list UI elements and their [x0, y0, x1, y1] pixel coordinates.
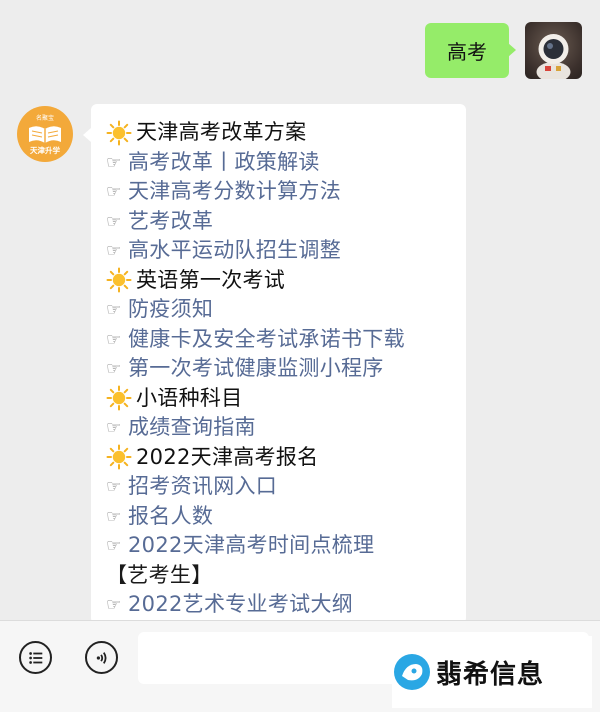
- line-label: 天津高考分数计算方法: [128, 179, 341, 203]
- message-link[interactable]: ☞ 第一次考试健康监测小程序: [106, 354, 458, 384]
- watermark: 翡希信息: [392, 636, 592, 708]
- message-link[interactable]: ☞ 艺考改革: [106, 207, 458, 237]
- message-link[interactable]: ☞ 健康卡及安全考试承诺书下载: [106, 325, 458, 355]
- bot-avatar-top-text: 名聚宝: [36, 114, 54, 122]
- line-label: 高考改革丨政策解读: [128, 149, 320, 174]
- message-link[interactable]: ☞ 招考资讯网入口: [106, 472, 458, 502]
- line-label: 英语第一次考试: [136, 267, 286, 292]
- sun-icon: [106, 444, 132, 470]
- outgoing-message-bubble[interactable]: 高考: [425, 23, 516, 78]
- message-text: 【艺考生】: [106, 561, 458, 591]
- bot-avatar[interactable]: 名聚宝 天津升学: [17, 106, 73, 162]
- line-label: 防疫须知: [128, 297, 214, 321]
- line-label: 2022天津高考时间点梳理: [128, 533, 375, 557]
- bot-avatar-main-text: 天津升学: [30, 145, 60, 155]
- pointing-hand-icon: ☞: [106, 595, 122, 615]
- line-label: 天津高考改革方案: [136, 120, 307, 144]
- pointing-hand-icon: ☞: [106, 329, 122, 350]
- incoming-message-bubble: 天津高考改革方案 ☞ 高考改革丨政策解读 ☞ 天津高考分数计算方法 ☞ 艺考改革 ☞ 高水平运动…: [83, 104, 466, 624]
- section-heading: 2022天津高考报名: [106, 443, 458, 473]
- section-heading: 英语第一次考试: [106, 266, 458, 296]
- line-label: 高水平运动队招生调整: [128, 238, 341, 262]
- pointing-hand-icon: ☞: [106, 477, 122, 497]
- message-link[interactable]: ☞ 天津高考分数计算方法: [106, 177, 458, 207]
- line-label: 成绩查询指南: [128, 415, 256, 439]
- user-avatar[interactable]: [525, 22, 582, 79]
- line-label: 健康卡及安全考试承诺书下载: [128, 326, 405, 351]
- pointing-hand-icon: ☞: [106, 359, 122, 379]
- line-label: 【艺考生】: [106, 562, 213, 587]
- pointing-hand-icon: ☞: [106, 182, 122, 202]
- watermark-text: 翡希信息: [436, 659, 545, 690]
- menu-button[interactable]: [19, 641, 52, 674]
- sun-icon: [106, 120, 132, 146]
- astronaut-icon: [536, 34, 571, 79]
- message-link[interactable]: ☞ 高水平运动队招生调整: [106, 236, 458, 266]
- line-label: 小语种科目: [136, 385, 243, 410]
- line-label: 2022天津高考报名: [136, 444, 319, 469]
- outgoing-message-text: 高考: [447, 40, 487, 64]
- message-link[interactable]: ☞ 报名人数: [106, 502, 458, 532]
- section-heading: 小语种科目: [106, 384, 458, 414]
- pointing-hand-icon: ☞: [106, 418, 122, 438]
- section-heading: 天津高考改革方案: [106, 118, 458, 148]
- voice-input-button[interactable]: [85, 641, 118, 674]
- line-label: 第一次考试健康监测小程序: [128, 356, 384, 380]
- line-label: 艺考改革: [128, 208, 214, 233]
- message-link[interactable]: ☞ 2022艺术专业考试大纲: [106, 590, 458, 620]
- line-label: 报名人数: [128, 503, 214, 528]
- message-link[interactable]: ☞ 高考改革丨政策解读: [106, 148, 458, 178]
- message-link[interactable]: ☞ 成绩查询指南: [106, 413, 458, 443]
- pointing-hand-icon: ☞: [106, 300, 122, 320]
- watermark-logo-icon: [394, 654, 430, 690]
- message-lines: 天津高考改革方案 ☞ 高考改革丨政策解读 ☞ 天津高考分数计算方法 ☞ 艺考改革 ☞ 高水平运动…: [106, 118, 458, 620]
- message-link[interactable]: ☞ 防疫须知: [106, 295, 458, 325]
- list-menu-icon: [28, 651, 42, 664]
- pointing-hand-icon: ☞: [106, 211, 122, 232]
- pointing-hand-icon: ☞: [106, 241, 122, 261]
- open-book-logo-icon: 名聚宝 天津升学: [18, 107, 72, 161]
- line-label: 2022艺术专业考试大纲: [128, 592, 354, 616]
- pointing-hand-icon: ☞: [106, 536, 122, 556]
- pointing-hand-icon: ☞: [106, 506, 122, 527]
- sun-icon: [106, 385, 132, 411]
- sun-icon: [106, 267, 132, 293]
- voice-icon: [96, 651, 106, 664]
- line-label: 招考资讯网入口: [128, 474, 278, 498]
- message-link[interactable]: ☞ 2022天津高考时间点梳理: [106, 531, 458, 561]
- pointing-hand-icon: ☞: [106, 152, 122, 173]
